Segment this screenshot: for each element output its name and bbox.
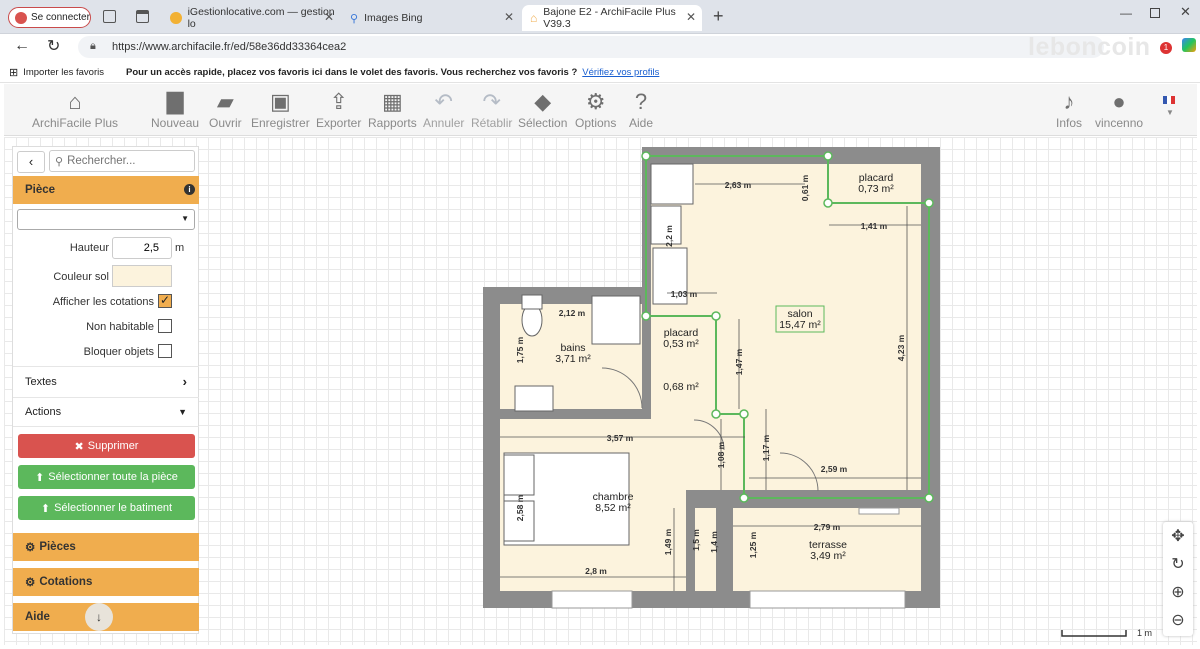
arrow-up-icon: ⬆: [40, 502, 51, 515]
dim-label: 0,61 m: [800, 174, 810, 201]
dim-label: 2,79 m: [814, 522, 841, 532]
hauteur-label: Hauteur: [69, 242, 109, 254]
hauteur-unit: m: [175, 242, 185, 254]
dim-label: 1,03 m: [671, 289, 698, 299]
scale-bar: [1061, 630, 1127, 637]
hauteur-input[interactable]: [112, 237, 172, 259]
properties-panel: ‹ ⚲ Piècei ▼ Hauteur m Couleur sol Affic…: [12, 146, 199, 634]
dim-label: 1,25 m: [748, 531, 758, 558]
non-habitable-checkbox[interactable]: [158, 319, 172, 333]
section-cotations[interactable]: ⚙ Cotations: [13, 568, 199, 596]
dim-label: 2,8 m: [585, 566, 607, 576]
times-icon: ✖: [74, 440, 84, 453]
dim-label: 1,4 m: [709, 531, 719, 553]
room-area: 15,47 m²: [779, 319, 821, 331]
room-area: 0,53 m²: [663, 338, 699, 350]
non-habitable-label: Non habitable: [86, 321, 154, 333]
scale-label: 1 m: [1137, 628, 1152, 638]
select-room-button[interactable]: ⬆ Sélectionner toute la pièce: [18, 465, 195, 489]
room-area: 0,73 m²: [858, 183, 894, 195]
room-area: 3,71 m²: [555, 353, 591, 365]
dim-label: 1,5 m: [691, 529, 701, 551]
zoom-controls: ✥ ↻ ⊕ ⊖: [1163, 522, 1193, 636]
chevron-right-icon: ›: [182, 374, 187, 389]
dim-label: 2,63 m: [725, 180, 752, 190]
dim-label: 2,58 m: [515, 494, 525, 521]
move-icon[interactable]: ✥: [1163, 522, 1193, 550]
gear-icon: ⚙: [25, 577, 36, 589]
arrow-up-icon: ⬆: [35, 471, 45, 484]
search-box: ⚲: [49, 150, 195, 172]
gear-icon: ⚙: [25, 542, 36, 554]
search-input[interactable]: [67, 155, 186, 167]
back-arrow-button[interactable]: ‹: [17, 151, 45, 173]
arrow-down-icon[interactable]: ↓: [85, 603, 113, 631]
dim-label: 1,41 m: [861, 221, 888, 231]
dim-label: 1,75 m: [515, 336, 525, 363]
room-type-select[interactable]: ▼: [17, 209, 195, 230]
section-aide[interactable]: Aide ↓: [13, 603, 199, 631]
textes-row[interactable]: Textes ›: [13, 366, 199, 396]
floor-color-picker[interactable]: [112, 265, 172, 287]
dim-label: 2,2 m: [664, 225, 674, 247]
dim-label: 2,12 m: [559, 308, 586, 318]
room-area: 8,52 m²: [595, 502, 631, 514]
chevron-down-icon: ▼: [178, 407, 187, 417]
actions-row[interactable]: Actions ▼: [13, 397, 199, 427]
room-area: 0,68 m²: [663, 381, 699, 393]
section-pieces[interactable]: ⚙ Pièces: [13, 533, 199, 561]
delete-button[interactable]: ✖ Supprimer: [18, 434, 195, 458]
room-area: 3,49 m²: [810, 550, 846, 562]
dim-label: 1,08 m: [716, 441, 726, 468]
dim-label: 2,59 m: [821, 464, 848, 474]
dim-label: 1,47 m: [734, 348, 744, 375]
section-header-piece: Pièce i: [13, 176, 199, 204]
dim-label: 3,57 m: [607, 433, 634, 443]
search-icon: ⚲: [55, 155, 64, 168]
info-icon[interactable]: i: [184, 184, 195, 195]
select-building-button[interactable]: ⬆ Sélectionner le batiment: [18, 496, 195, 520]
dim-label: 4,23 m: [896, 334, 906, 361]
bloquer-checkbox[interactable]: [158, 344, 172, 358]
zoom-in-icon[interactable]: ⊕: [1163, 578, 1193, 606]
couleur-label: Couleur sol: [53, 271, 109, 283]
zoom-out-icon[interactable]: ⊖: [1163, 606, 1193, 634]
dim-label: 1,49 m: [663, 528, 673, 555]
dim-label: 1,17 m: [761, 434, 771, 461]
chevron-down-icon: ▼: [181, 214, 189, 223]
bloquer-label: Bloquer objets: [83, 346, 154, 358]
rotate-icon[interactable]: ↻: [1163, 550, 1193, 578]
cotations-checkbox[interactable]: ✓: [158, 294, 172, 308]
cotations-label: Afficher les cotations: [52, 296, 154, 308]
